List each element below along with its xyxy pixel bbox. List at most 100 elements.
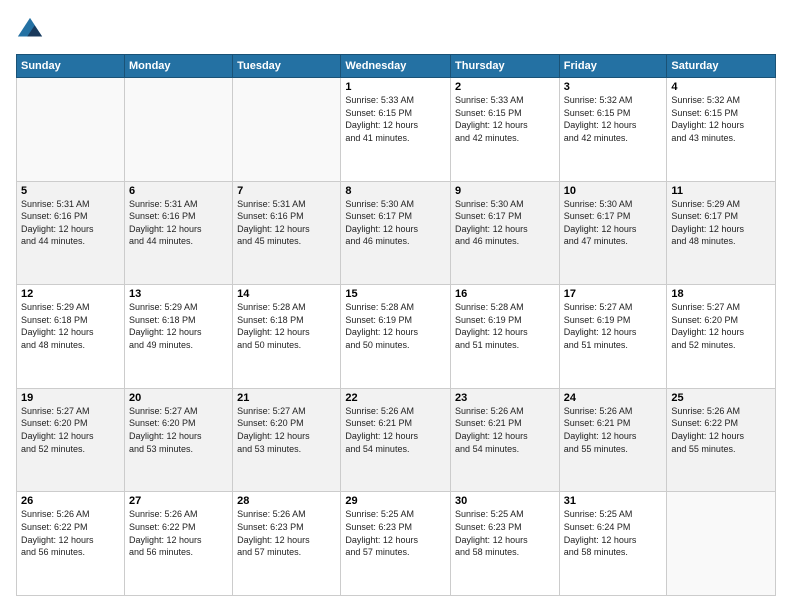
day-info: Sunrise: 5:29 AM Sunset: 6:18 PM Dayligh… bbox=[129, 301, 228, 351]
day-cell: 11Sunrise: 5:29 AM Sunset: 6:17 PM Dayli… bbox=[667, 181, 776, 285]
day-cell: 14Sunrise: 5:28 AM Sunset: 6:18 PM Dayli… bbox=[233, 285, 341, 389]
day-number: 26 bbox=[21, 495, 120, 507]
week-row-2: 5Sunrise: 5:31 AM Sunset: 6:16 PM Daylig… bbox=[17, 181, 776, 285]
day-info: Sunrise: 5:27 AM Sunset: 6:20 PM Dayligh… bbox=[237, 405, 336, 455]
week-row-4: 19Sunrise: 5:27 AM Sunset: 6:20 PM Dayli… bbox=[17, 388, 776, 492]
day-cell: 5Sunrise: 5:31 AM Sunset: 6:16 PM Daylig… bbox=[17, 181, 125, 285]
day-info: Sunrise: 5:32 AM Sunset: 6:15 PM Dayligh… bbox=[671, 94, 771, 144]
day-cell: 13Sunrise: 5:29 AM Sunset: 6:18 PM Dayli… bbox=[124, 285, 232, 389]
day-cell: 27Sunrise: 5:26 AM Sunset: 6:22 PM Dayli… bbox=[124, 492, 232, 596]
logo bbox=[16, 16, 48, 44]
day-cell bbox=[233, 78, 341, 182]
logo-icon bbox=[16, 16, 44, 44]
day-number: 4 bbox=[671, 81, 771, 93]
day-number: 6 bbox=[129, 185, 228, 197]
day-info: Sunrise: 5:26 AM Sunset: 6:21 PM Dayligh… bbox=[455, 405, 555, 455]
day-info: Sunrise: 5:27 AM Sunset: 6:19 PM Dayligh… bbox=[564, 301, 663, 351]
col-header-thursday: Thursday bbox=[451, 55, 560, 78]
day-cell: 4Sunrise: 5:32 AM Sunset: 6:15 PM Daylig… bbox=[667, 78, 776, 182]
week-row-3: 12Sunrise: 5:29 AM Sunset: 6:18 PM Dayli… bbox=[17, 285, 776, 389]
day-info: Sunrise: 5:30 AM Sunset: 6:17 PM Dayligh… bbox=[345, 198, 446, 248]
col-header-friday: Friday bbox=[559, 55, 667, 78]
day-number: 24 bbox=[564, 392, 663, 404]
col-header-monday: Monday bbox=[124, 55, 232, 78]
col-header-sunday: Sunday bbox=[17, 55, 125, 78]
day-number: 31 bbox=[564, 495, 663, 507]
day-cell bbox=[667, 492, 776, 596]
day-info: Sunrise: 5:30 AM Sunset: 6:17 PM Dayligh… bbox=[455, 198, 555, 248]
day-info: Sunrise: 5:28 AM Sunset: 6:18 PM Dayligh… bbox=[237, 301, 336, 351]
day-cell bbox=[124, 78, 232, 182]
day-info: Sunrise: 5:25 AM Sunset: 6:23 PM Dayligh… bbox=[455, 508, 555, 558]
day-number: 30 bbox=[455, 495, 555, 507]
day-cell: 2Sunrise: 5:33 AM Sunset: 6:15 PM Daylig… bbox=[451, 78, 560, 182]
day-cell: 29Sunrise: 5:25 AM Sunset: 6:23 PM Dayli… bbox=[341, 492, 451, 596]
calendar: SundayMondayTuesdayWednesdayThursdayFrid… bbox=[16, 54, 776, 596]
day-info: Sunrise: 5:31 AM Sunset: 6:16 PM Dayligh… bbox=[129, 198, 228, 248]
day-cell: 7Sunrise: 5:31 AM Sunset: 6:16 PM Daylig… bbox=[233, 181, 341, 285]
day-number: 9 bbox=[455, 185, 555, 197]
day-info: Sunrise: 5:25 AM Sunset: 6:24 PM Dayligh… bbox=[564, 508, 663, 558]
day-info: Sunrise: 5:28 AM Sunset: 6:19 PM Dayligh… bbox=[455, 301, 555, 351]
day-cell: 17Sunrise: 5:27 AM Sunset: 6:19 PM Dayli… bbox=[559, 285, 667, 389]
day-info: Sunrise: 5:25 AM Sunset: 6:23 PM Dayligh… bbox=[345, 508, 446, 558]
day-info: Sunrise: 5:31 AM Sunset: 6:16 PM Dayligh… bbox=[237, 198, 336, 248]
day-cell: 23Sunrise: 5:26 AM Sunset: 6:21 PM Dayli… bbox=[451, 388, 560, 492]
col-header-saturday: Saturday bbox=[667, 55, 776, 78]
day-info: Sunrise: 5:29 AM Sunset: 6:18 PM Dayligh… bbox=[21, 301, 120, 351]
day-info: Sunrise: 5:27 AM Sunset: 6:20 PM Dayligh… bbox=[21, 405, 120, 455]
day-cell: 20Sunrise: 5:27 AM Sunset: 6:20 PM Dayli… bbox=[124, 388, 232, 492]
day-number: 28 bbox=[237, 495, 336, 507]
day-info: Sunrise: 5:33 AM Sunset: 6:15 PM Dayligh… bbox=[345, 94, 446, 144]
day-info: Sunrise: 5:29 AM Sunset: 6:17 PM Dayligh… bbox=[671, 198, 771, 248]
day-cell: 22Sunrise: 5:26 AM Sunset: 6:21 PM Dayli… bbox=[341, 388, 451, 492]
day-cell: 12Sunrise: 5:29 AM Sunset: 6:18 PM Dayli… bbox=[17, 285, 125, 389]
day-cell: 21Sunrise: 5:27 AM Sunset: 6:20 PM Dayli… bbox=[233, 388, 341, 492]
day-number: 16 bbox=[455, 288, 555, 300]
day-info: Sunrise: 5:30 AM Sunset: 6:17 PM Dayligh… bbox=[564, 198, 663, 248]
day-cell: 18Sunrise: 5:27 AM Sunset: 6:20 PM Dayli… bbox=[667, 285, 776, 389]
day-cell: 30Sunrise: 5:25 AM Sunset: 6:23 PM Dayli… bbox=[451, 492, 560, 596]
col-header-tuesday: Tuesday bbox=[233, 55, 341, 78]
day-number: 19 bbox=[21, 392, 120, 404]
day-info: Sunrise: 5:26 AM Sunset: 6:21 PM Dayligh… bbox=[564, 405, 663, 455]
day-number: 22 bbox=[345, 392, 446, 404]
day-info: Sunrise: 5:26 AM Sunset: 6:21 PM Dayligh… bbox=[345, 405, 446, 455]
col-header-wednesday: Wednesday bbox=[341, 55, 451, 78]
day-number: 27 bbox=[129, 495, 228, 507]
day-cell: 8Sunrise: 5:30 AM Sunset: 6:17 PM Daylig… bbox=[341, 181, 451, 285]
day-cell: 6Sunrise: 5:31 AM Sunset: 6:16 PM Daylig… bbox=[124, 181, 232, 285]
day-cell: 28Sunrise: 5:26 AM Sunset: 6:23 PM Dayli… bbox=[233, 492, 341, 596]
day-number: 25 bbox=[671, 392, 771, 404]
day-number: 10 bbox=[564, 185, 663, 197]
day-cell: 26Sunrise: 5:26 AM Sunset: 6:22 PM Dayli… bbox=[17, 492, 125, 596]
page: SundayMondayTuesdayWednesdayThursdayFrid… bbox=[0, 0, 792, 612]
day-cell: 10Sunrise: 5:30 AM Sunset: 6:17 PM Dayli… bbox=[559, 181, 667, 285]
day-info: Sunrise: 5:26 AM Sunset: 6:23 PM Dayligh… bbox=[237, 508, 336, 558]
day-number: 3 bbox=[564, 81, 663, 93]
day-number: 29 bbox=[345, 495, 446, 507]
day-info: Sunrise: 5:26 AM Sunset: 6:22 PM Dayligh… bbox=[129, 508, 228, 558]
day-cell: 9Sunrise: 5:30 AM Sunset: 6:17 PM Daylig… bbox=[451, 181, 560, 285]
day-number: 13 bbox=[129, 288, 228, 300]
day-info: Sunrise: 5:27 AM Sunset: 6:20 PM Dayligh… bbox=[129, 405, 228, 455]
day-number: 12 bbox=[21, 288, 120, 300]
day-number: 1 bbox=[345, 81, 446, 93]
day-info: Sunrise: 5:27 AM Sunset: 6:20 PM Dayligh… bbox=[671, 301, 771, 351]
day-info: Sunrise: 5:26 AM Sunset: 6:22 PM Dayligh… bbox=[21, 508, 120, 558]
day-cell bbox=[17, 78, 125, 182]
day-cell: 24Sunrise: 5:26 AM Sunset: 6:21 PM Dayli… bbox=[559, 388, 667, 492]
day-cell: 31Sunrise: 5:25 AM Sunset: 6:24 PM Dayli… bbox=[559, 492, 667, 596]
day-number: 15 bbox=[345, 288, 446, 300]
day-number: 11 bbox=[671, 185, 771, 197]
day-number: 20 bbox=[129, 392, 228, 404]
day-cell: 3Sunrise: 5:32 AM Sunset: 6:15 PM Daylig… bbox=[559, 78, 667, 182]
day-number: 8 bbox=[345, 185, 446, 197]
day-number: 21 bbox=[237, 392, 336, 404]
day-info: Sunrise: 5:26 AM Sunset: 6:22 PM Dayligh… bbox=[671, 405, 771, 455]
day-number: 18 bbox=[671, 288, 771, 300]
day-cell: 25Sunrise: 5:26 AM Sunset: 6:22 PM Dayli… bbox=[667, 388, 776, 492]
day-cell: 16Sunrise: 5:28 AM Sunset: 6:19 PM Dayli… bbox=[451, 285, 560, 389]
day-info: Sunrise: 5:28 AM Sunset: 6:19 PM Dayligh… bbox=[345, 301, 446, 351]
day-number: 23 bbox=[455, 392, 555, 404]
